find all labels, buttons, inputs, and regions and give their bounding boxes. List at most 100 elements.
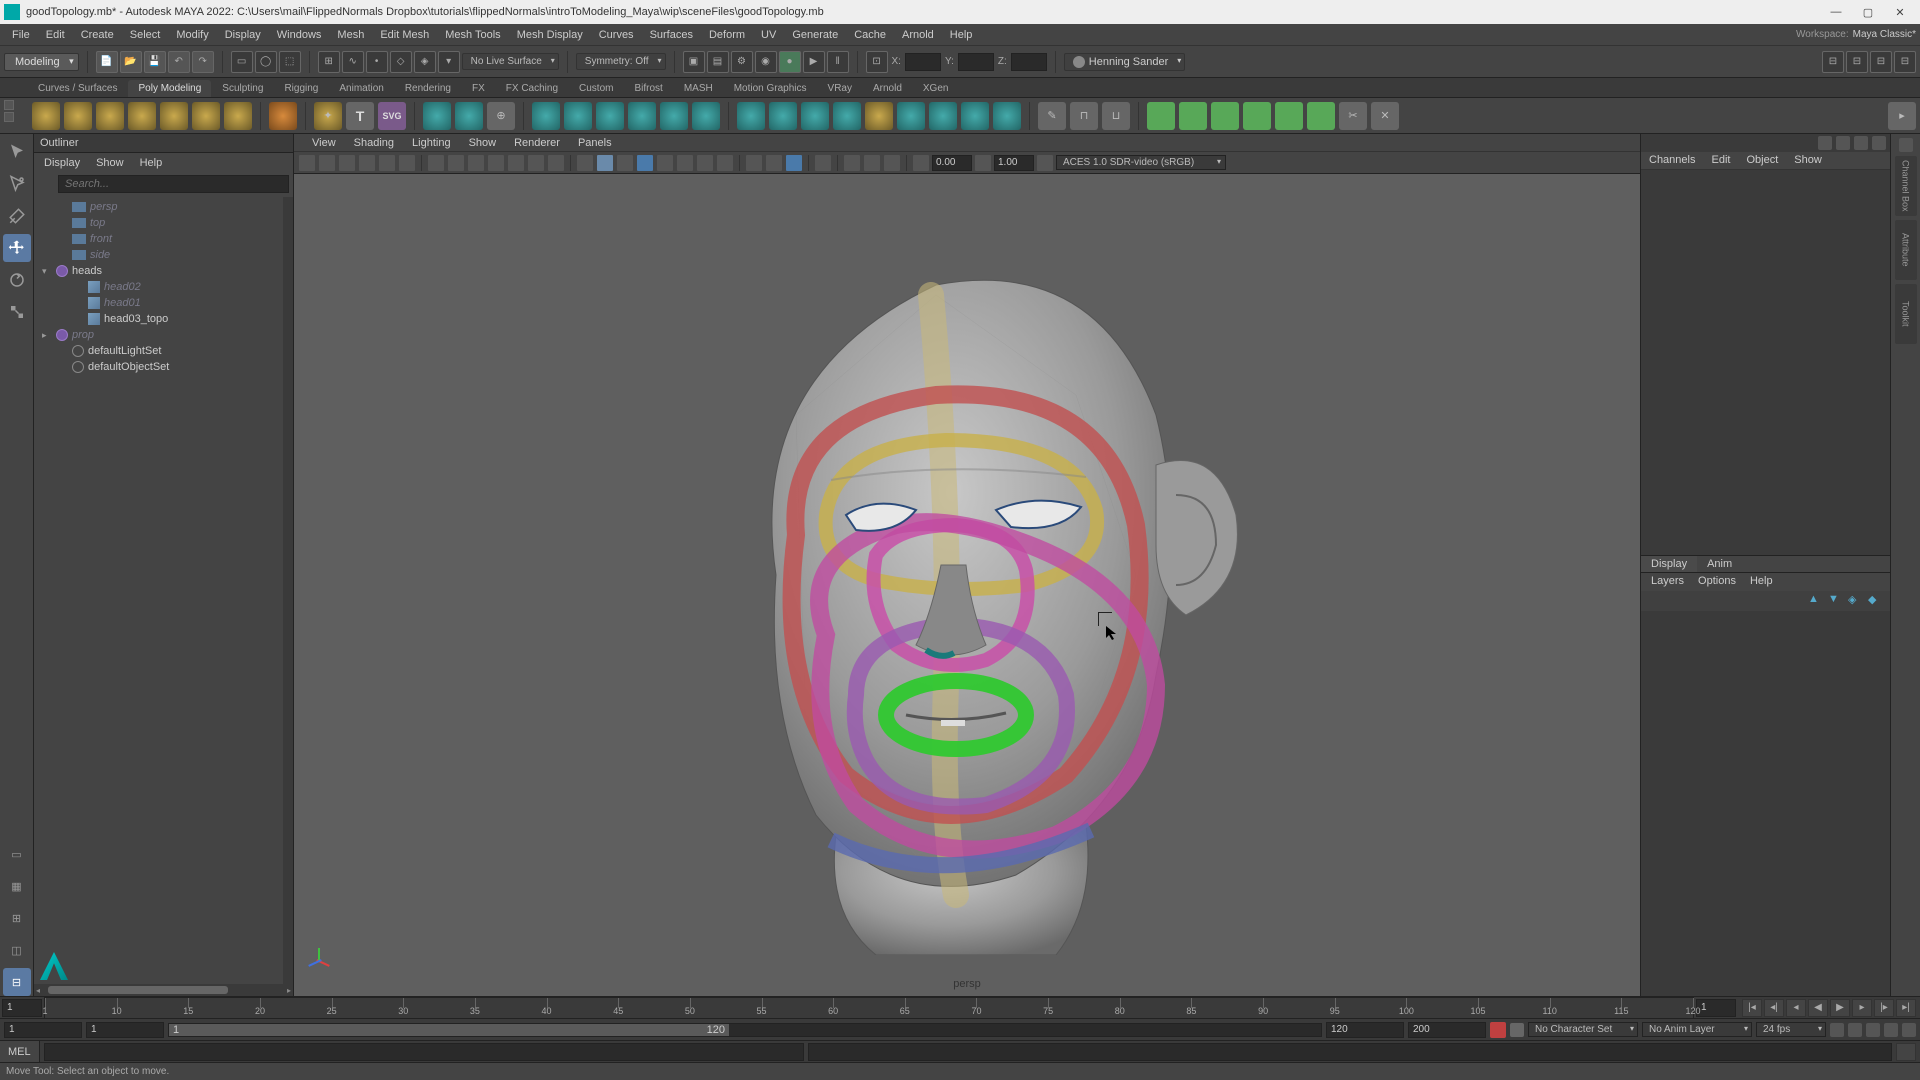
- hypershade-icon[interactable]: ◉: [755, 51, 777, 73]
- time-slider-track[interactable]: 1101520253035404550556065707580859095100…: [44, 997, 1694, 1019]
- cb-tab-object[interactable]: Object: [1738, 152, 1786, 169]
- vp-menu-renderer[interactable]: Renderer: [506, 137, 568, 149]
- remesh-icon[interactable]: [865, 102, 893, 130]
- vp-resolution-gate-icon[interactable]: [467, 154, 485, 172]
- outliner-menu-display[interactable]: Display: [38, 155, 86, 171]
- vp-playblast-button[interactable]: [883, 154, 901, 172]
- shelf-tab-animation[interactable]: Animation: [329, 80, 393, 97]
- offset-edge-icon[interactable]: [1243, 102, 1271, 130]
- superellipse-icon[interactable]: ✦: [314, 102, 342, 130]
- poly-type-icon[interactable]: T: [346, 102, 374, 130]
- range-end-outer[interactable]: 200: [1408, 1022, 1486, 1038]
- sidebar-toggle-4-icon[interactable]: ⊟: [1894, 51, 1916, 73]
- undo-icon[interactable]: ↶: [168, 51, 190, 73]
- coord-y-input[interactable]: [958, 53, 994, 71]
- shelf-tab-bifrost[interactable]: Bifrost: [624, 80, 672, 97]
- menu-create[interactable]: Create: [73, 24, 122, 46]
- vp-grease-icon[interactable]: [398, 154, 416, 172]
- insert-edge-icon[interactable]: [1211, 102, 1239, 130]
- platonic-icon[interactable]: [269, 102, 297, 130]
- layout-single-icon[interactable]: ▦: [3, 872, 31, 900]
- vp-field-chart-icon[interactable]: [507, 154, 525, 172]
- vp-colorspace-dropdown[interactable]: ACES 1.0 SDR-video (sRGB): [1056, 155, 1226, 170]
- fill-hole-icon[interactable]: [993, 102, 1021, 130]
- workspace-dropdown[interactable]: Maya Classic*: [1853, 29, 1916, 40]
- close-button[interactable]: ✕: [1884, 2, 1916, 22]
- connect-icon[interactable]: ⊔: [1102, 102, 1130, 130]
- move-tool-icon[interactable]: [3, 234, 31, 262]
- shelf-tab-rendering[interactable]: Rendering: [395, 80, 461, 97]
- step-fwd-key-icon[interactable]: |▸: [1874, 999, 1894, 1017]
- svg-icon[interactable]: SVG: [378, 102, 406, 130]
- layer-move-up-icon[interactable]: ▲: [1808, 593, 1824, 609]
- maximize-button[interactable]: ▢: [1852, 2, 1884, 22]
- shelf-tab-curves[interactable]: Curves / Surfaces: [28, 80, 127, 97]
- outliner-scrollbar[interactable]: [283, 197, 293, 984]
- layout-outliner-icon[interactable]: ⊟: [3, 968, 31, 996]
- new-scene-icon[interactable]: 📄: [96, 51, 118, 73]
- rotate-tool-icon[interactable]: [3, 266, 31, 294]
- outliner-item-defaultobjectset[interactable]: defaultObjectSet: [38, 359, 289, 375]
- shelf-tab-polymodeling[interactable]: Poly Modeling: [128, 80, 211, 97]
- menu-mesh-tools[interactable]: Mesh Tools: [437, 24, 508, 46]
- layer-new-selected-icon[interactable]: ◆: [1868, 593, 1884, 609]
- coord-z-input[interactable]: [1011, 53, 1047, 71]
- snap-toggle-icon[interactable]: ▾: [438, 51, 460, 73]
- vp-menu-lighting[interactable]: Lighting: [404, 137, 459, 149]
- outliner-item-top[interactable]: top: [38, 215, 289, 231]
- set-key-icon[interactable]: [1510, 1023, 1524, 1037]
- cb-opt2-icon[interactable]: [1836, 136, 1850, 150]
- menu-curves[interactable]: Curves: [591, 24, 642, 46]
- menu-help[interactable]: Help: [942, 24, 981, 46]
- cmd-lang-label[interactable]: MEL: [0, 1041, 40, 1062]
- cb-opt3-icon[interactable]: [1854, 136, 1868, 150]
- outliner-item-prop[interactable]: ▸prop: [38, 327, 289, 343]
- poke-icon[interactable]: ✕: [1371, 102, 1399, 130]
- outliner-hscroll[interactable]: ◂ ▸: [34, 984, 293, 996]
- vp-ao-icon[interactable]: [676, 154, 694, 172]
- menu-cache[interactable]: Cache: [846, 24, 894, 46]
- strip-tab-attribute[interactable]: Attribute: [1895, 220, 1917, 280]
- cb-opt1-icon[interactable]: [1818, 136, 1832, 150]
- menu-edit-mesh[interactable]: Edit Mesh: [372, 24, 437, 46]
- menu-surfaces[interactable]: Surfaces: [642, 24, 701, 46]
- layout-vertical-icon[interactable]: ◫: [3, 936, 31, 964]
- menu-windows[interactable]: Windows: [269, 24, 330, 46]
- cb-tab-edit[interactable]: Edit: [1703, 152, 1738, 169]
- render-icon[interactable]: ▣: [683, 51, 705, 73]
- modeling-toolkit-icon[interactable]: [1899, 138, 1913, 152]
- vp-smooth-shade-icon[interactable]: [596, 154, 614, 172]
- menu-modify[interactable]: Modify: [168, 24, 216, 46]
- time-current-left[interactable]: 1: [2, 999, 42, 1017]
- vp-grid-icon[interactable]: [427, 154, 445, 172]
- vp-gate-mask-icon[interactable]: [487, 154, 505, 172]
- pause-icon[interactable]: ‖: [827, 51, 849, 73]
- pivot-icon[interactable]: ⊕: [487, 102, 515, 130]
- menu-deform[interactable]: Deform: [701, 24, 753, 46]
- anim-layer-dropdown[interactable]: No Anim Layer: [1642, 1022, 1752, 1037]
- ipr-icon[interactable]: ▤: [707, 51, 729, 73]
- separate-icon[interactable]: [564, 102, 592, 130]
- retopo-icon[interactable]: [897, 102, 925, 130]
- step-fwd-icon[interactable]: ▸: [1852, 999, 1872, 1017]
- vp-safe-action-icon[interactable]: [527, 154, 545, 172]
- vp-isolate-icon[interactable]: [745, 154, 763, 172]
- vp-2d-pan-icon[interactable]: [378, 154, 396, 172]
- snap-plane-icon[interactable]: ◇: [390, 51, 412, 73]
- outliner-item-head02[interactable]: head02: [38, 279, 289, 295]
- pref-sync-icon[interactable]: [1866, 1023, 1880, 1037]
- shelf-tab-motiongraphics[interactable]: Motion Graphics: [724, 80, 817, 97]
- vp-wireframe-icon[interactable]: [576, 154, 594, 172]
- poly-torus-icon[interactable]: [160, 102, 188, 130]
- outliner-search[interactable]: [58, 175, 289, 193]
- viewport-3d-view[interactable]: persp: [294, 174, 1640, 996]
- smooth-icon[interactable]: [769, 102, 797, 130]
- target-weld-icon[interactable]: ⊓: [1070, 102, 1098, 130]
- poly-cube-icon[interactable]: [64, 102, 92, 130]
- pref-gear-icon[interactable]: [1884, 1023, 1898, 1037]
- shelf-tab-custom[interactable]: Custom: [569, 80, 623, 97]
- range-track[interactable]: 1 120: [168, 1023, 1322, 1037]
- vp-aa-icon[interactable]: [716, 154, 734, 172]
- layer-menu-layers[interactable]: Layers: [1645, 573, 1690, 591]
- shelf-tab-fxcaching[interactable]: FX Caching: [496, 80, 568, 97]
